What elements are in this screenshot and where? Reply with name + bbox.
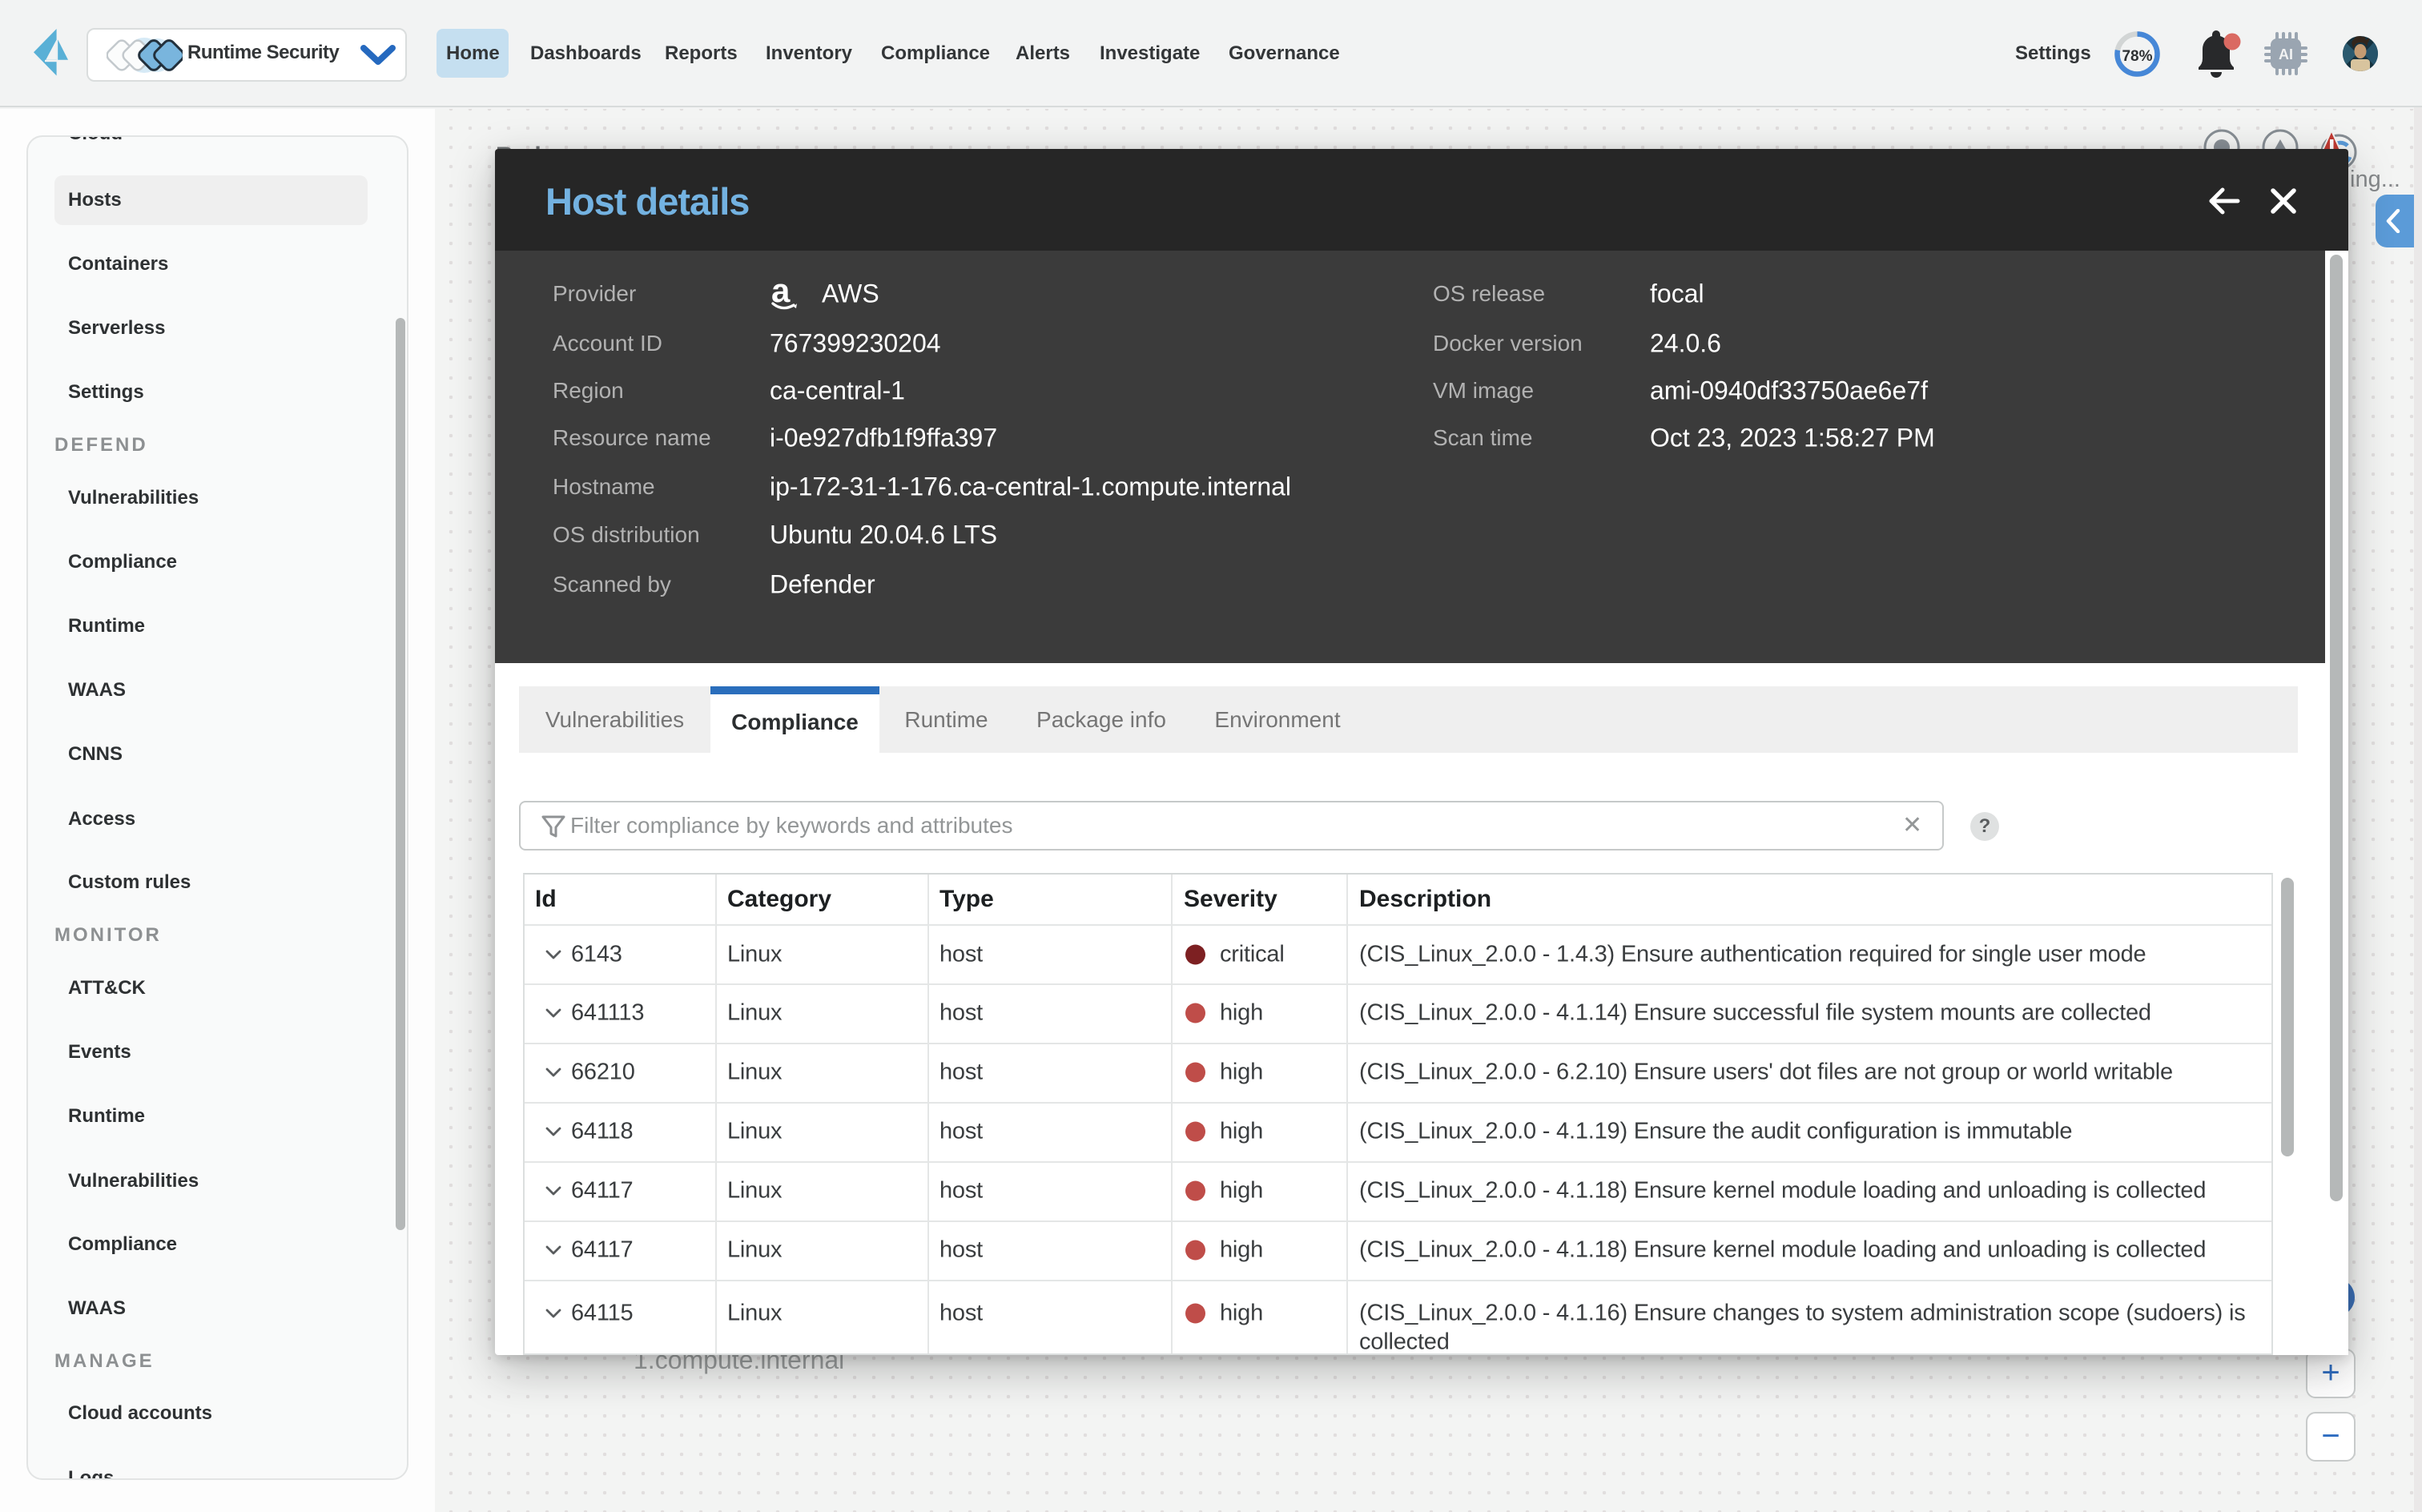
svg-text:ing...: ing... xyxy=(2350,167,2400,192)
svg-text:AI: AI xyxy=(2279,46,2293,62)
svg-text:78%: 78% xyxy=(2122,48,2152,65)
